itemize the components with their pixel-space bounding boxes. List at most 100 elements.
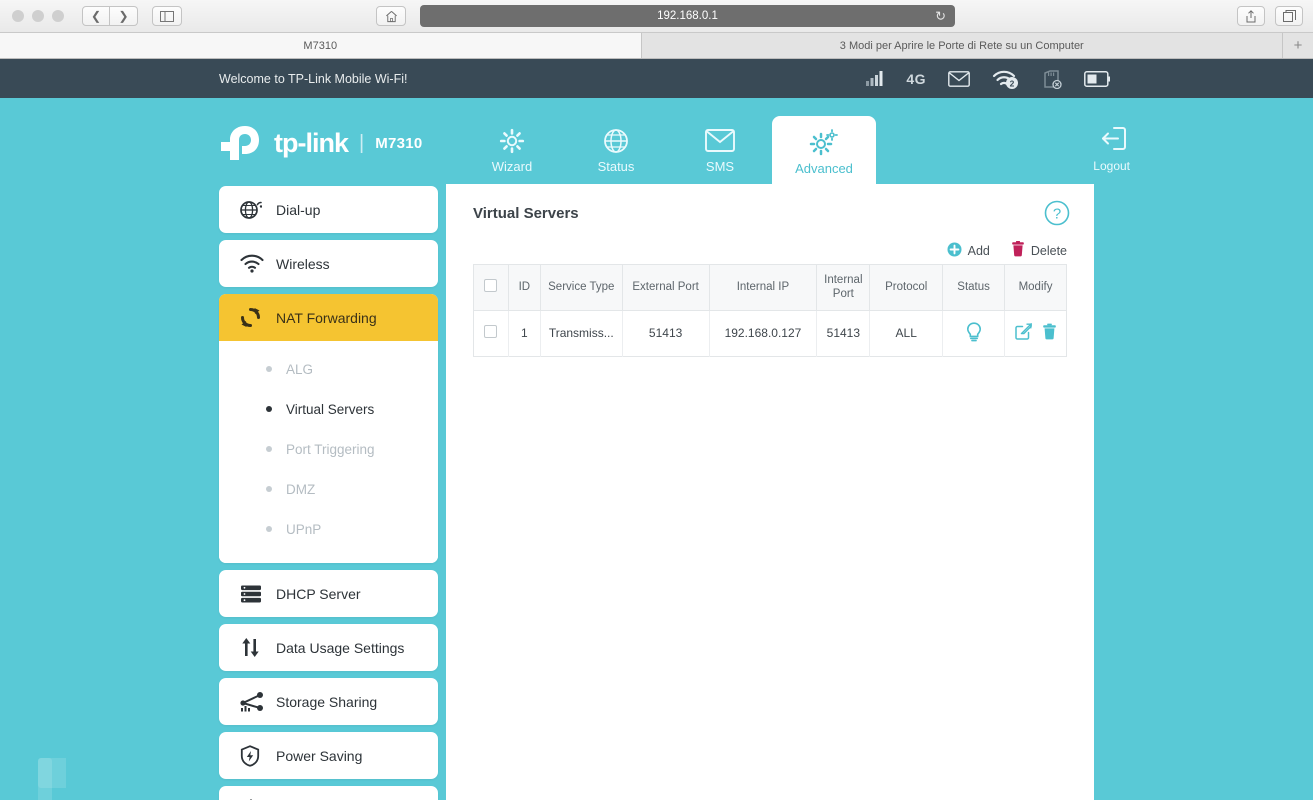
- status-icon-group: 4G 2: [866, 69, 1110, 89]
- column-status: Status: [942, 264, 1006, 311]
- column-select: [473, 264, 509, 311]
- sidebar-toggle-button[interactable]: [152, 6, 182, 26]
- sidebar-item-device[interactable]: Device: [219, 786, 438, 800]
- column-modify: Modify: [1004, 264, 1067, 311]
- table-toolbar: Add Delete: [947, 241, 1067, 260]
- edit-pencil-icon[interactable]: [1014, 323, 1032, 343]
- delete-label: Delete: [1030, 243, 1067, 258]
- brand-logo[interactable]: tp-link | M7310: [219, 124, 423, 162]
- logout-label: Logout: [1093, 159, 1130, 173]
- bullet-icon: [266, 406, 272, 412]
- row-id: 1: [508, 310, 541, 357]
- delete-button[interactable]: Delete: [1011, 241, 1067, 260]
- sidebar-toggle-icon: [160, 10, 174, 22]
- sidebar-card-nat-forwarding: NAT Forwarding ALG Virtual Servers Port …: [219, 294, 438, 563]
- shield-bolt-icon: [240, 744, 276, 767]
- browser-tab-strip: M7310 3 Modi per Aprire le Porte di Rete…: [0, 33, 1313, 59]
- sidebar-card-device: Device: [219, 786, 438, 800]
- sidebar-item-nat-forwarding[interactable]: NAT Forwarding: [219, 294, 438, 341]
- wifi-icon: [240, 254, 276, 273]
- browser-tab-title: M7310: [303, 39, 338, 52]
- forward-button[interactable]: ❯: [110, 6, 138, 26]
- row-status-cell: [942, 310, 1006, 357]
- sidebar-subitem-port-triggering[interactable]: Port Triggering: [219, 429, 438, 469]
- column-protocol: Protocol: [869, 264, 944, 311]
- sidebar-item-dial-up[interactable]: Dial-up: [219, 186, 438, 233]
- trash-icon[interactable]: [1042, 323, 1057, 343]
- wifi-clients-icon[interactable]: 2: [992, 69, 1020, 89]
- nat-forwarding-icon: [240, 307, 276, 328]
- browser-tab-title: 3 Modi per Aprire le Porte di Rete su un…: [839, 39, 1084, 52]
- table-header-row: ID Service Type External Port Internal I…: [473, 264, 1067, 311]
- row-external-port: 51413: [622, 310, 710, 357]
- navigation-buttons[interactable]: ❮ ❯: [82, 6, 138, 26]
- svg-text:?: ?: [1053, 206, 1061, 223]
- svg-text:2: 2: [1010, 78, 1015, 88]
- tab-label: Status: [597, 158, 635, 174]
- add-button[interactable]: Add: [947, 242, 990, 260]
- sidebar-item-dhcp-server[interactable]: DHCP Server: [219, 570, 438, 617]
- brand-model: M7310: [375, 134, 423, 152]
- tp-link-logo-icon: [221, 126, 259, 160]
- sidebar: Dial-up Wireless NAT Forwarding ALG Virt…: [219, 186, 438, 800]
- browser-tab-0[interactable]: M7310: [0, 33, 642, 58]
- row-modify-cell: [1005, 310, 1067, 356]
- globe-dialup-icon: [240, 200, 276, 220]
- logout-icon: [1098, 126, 1126, 154]
- reload-icon[interactable]: ↻: [935, 10, 946, 23]
- new-tab-button[interactable]: +: [1283, 33, 1313, 58]
- sidebar-subitem-alg[interactable]: ALG: [219, 349, 438, 389]
- tab-label: SMS: [705, 158, 735, 174]
- sidebar-item-storage-sharing[interactable]: Storage Sharing: [219, 678, 438, 725]
- tab-sms[interactable]: SMS: [668, 116, 772, 184]
- table-row[interactable]: 1 Transmiss... 51413 192.168.0.127 51413…: [473, 310, 1067, 357]
- window-traffic-lights[interactable]: [12, 10, 64, 22]
- decorative-shape: [38, 758, 52, 800]
- share-button[interactable]: [1237, 6, 1265, 26]
- lightbulb-icon[interactable]: [966, 322, 982, 345]
- table-header: ID Service Type External Port Internal I…: [473, 264, 1067, 311]
- sms-envelope-icon[interactable]: [948, 70, 970, 87]
- tab-status[interactable]: Status: [564, 116, 668, 184]
- minimize-window-button[interactable]: [32, 10, 44, 22]
- maximize-window-button[interactable]: [52, 10, 64, 22]
- content-panel: Virtual Servers ? Add Delete ID Service …: [446, 184, 1094, 800]
- sidebar-item-label: Power Saving: [276, 747, 363, 764]
- close-window-button[interactable]: [12, 10, 24, 22]
- address-bar[interactable]: 192.168.0.1 ↻: [420, 5, 955, 27]
- select-all-checkbox[interactable]: [484, 278, 498, 292]
- sidebar-item-data-usage-settings[interactable]: Data Usage Settings: [219, 624, 438, 671]
- page-title: Virtual Servers: [473, 205, 579, 222]
- sidebar-card-dhcp-server: DHCP Server: [219, 570, 438, 617]
- address-bar-url: 192.168.0.1: [657, 10, 718, 22]
- sidebar-subitem-virtual-servers[interactable]: Virtual Servers: [219, 389, 438, 429]
- show-tabs-button[interactable]: [1275, 6, 1303, 26]
- bullet-icon: [266, 486, 272, 492]
- main-navigation: Wizard Status SMS Advanced: [460, 116, 876, 189]
- tab-wizard[interactable]: Wizard: [460, 116, 564, 184]
- row-checkbox[interactable]: [484, 325, 498, 339]
- sidebar-item-wireless[interactable]: Wireless: [219, 240, 438, 287]
- battery-icon: [1084, 70, 1110, 87]
- share-icon: [1246, 9, 1256, 22]
- sidebar-card-wireless: Wireless: [219, 240, 438, 287]
- brand-name: tp-link: [274, 127, 349, 158]
- logout-button[interactable]: Logout: [1093, 126, 1130, 173]
- home-button[interactable]: [376, 6, 406, 26]
- back-button[interactable]: ❮: [82, 6, 110, 26]
- show-tabs-icon: [1282, 10, 1296, 22]
- bullet-icon: [266, 446, 272, 452]
- browser-tab-1[interactable]: 3 Modi per Aprire le Porte di Rete su un…: [641, 33, 1283, 58]
- sidebar-item-power-saving[interactable]: Power Saving: [219, 732, 438, 779]
- sidebar-subitem-label: Port Triggering: [286, 441, 375, 457]
- sidebar-subitem-upnp[interactable]: UPnP: [219, 509, 438, 549]
- tab-advanced[interactable]: Advanced: [772, 116, 876, 189]
- sidebar-subitem-dmz[interactable]: DMZ: [219, 469, 438, 509]
- column-external-port: External Port: [622, 264, 710, 311]
- row-internal-port: 51413: [816, 310, 871, 357]
- sidebar-item-label: Dial-up: [276, 201, 321, 218]
- network-type-label: 4G: [906, 70, 926, 87]
- help-question-icon[interactable]: ?: [1044, 200, 1070, 231]
- gear-icon: [499, 127, 525, 155]
- brand-separator: |: [359, 131, 365, 154]
